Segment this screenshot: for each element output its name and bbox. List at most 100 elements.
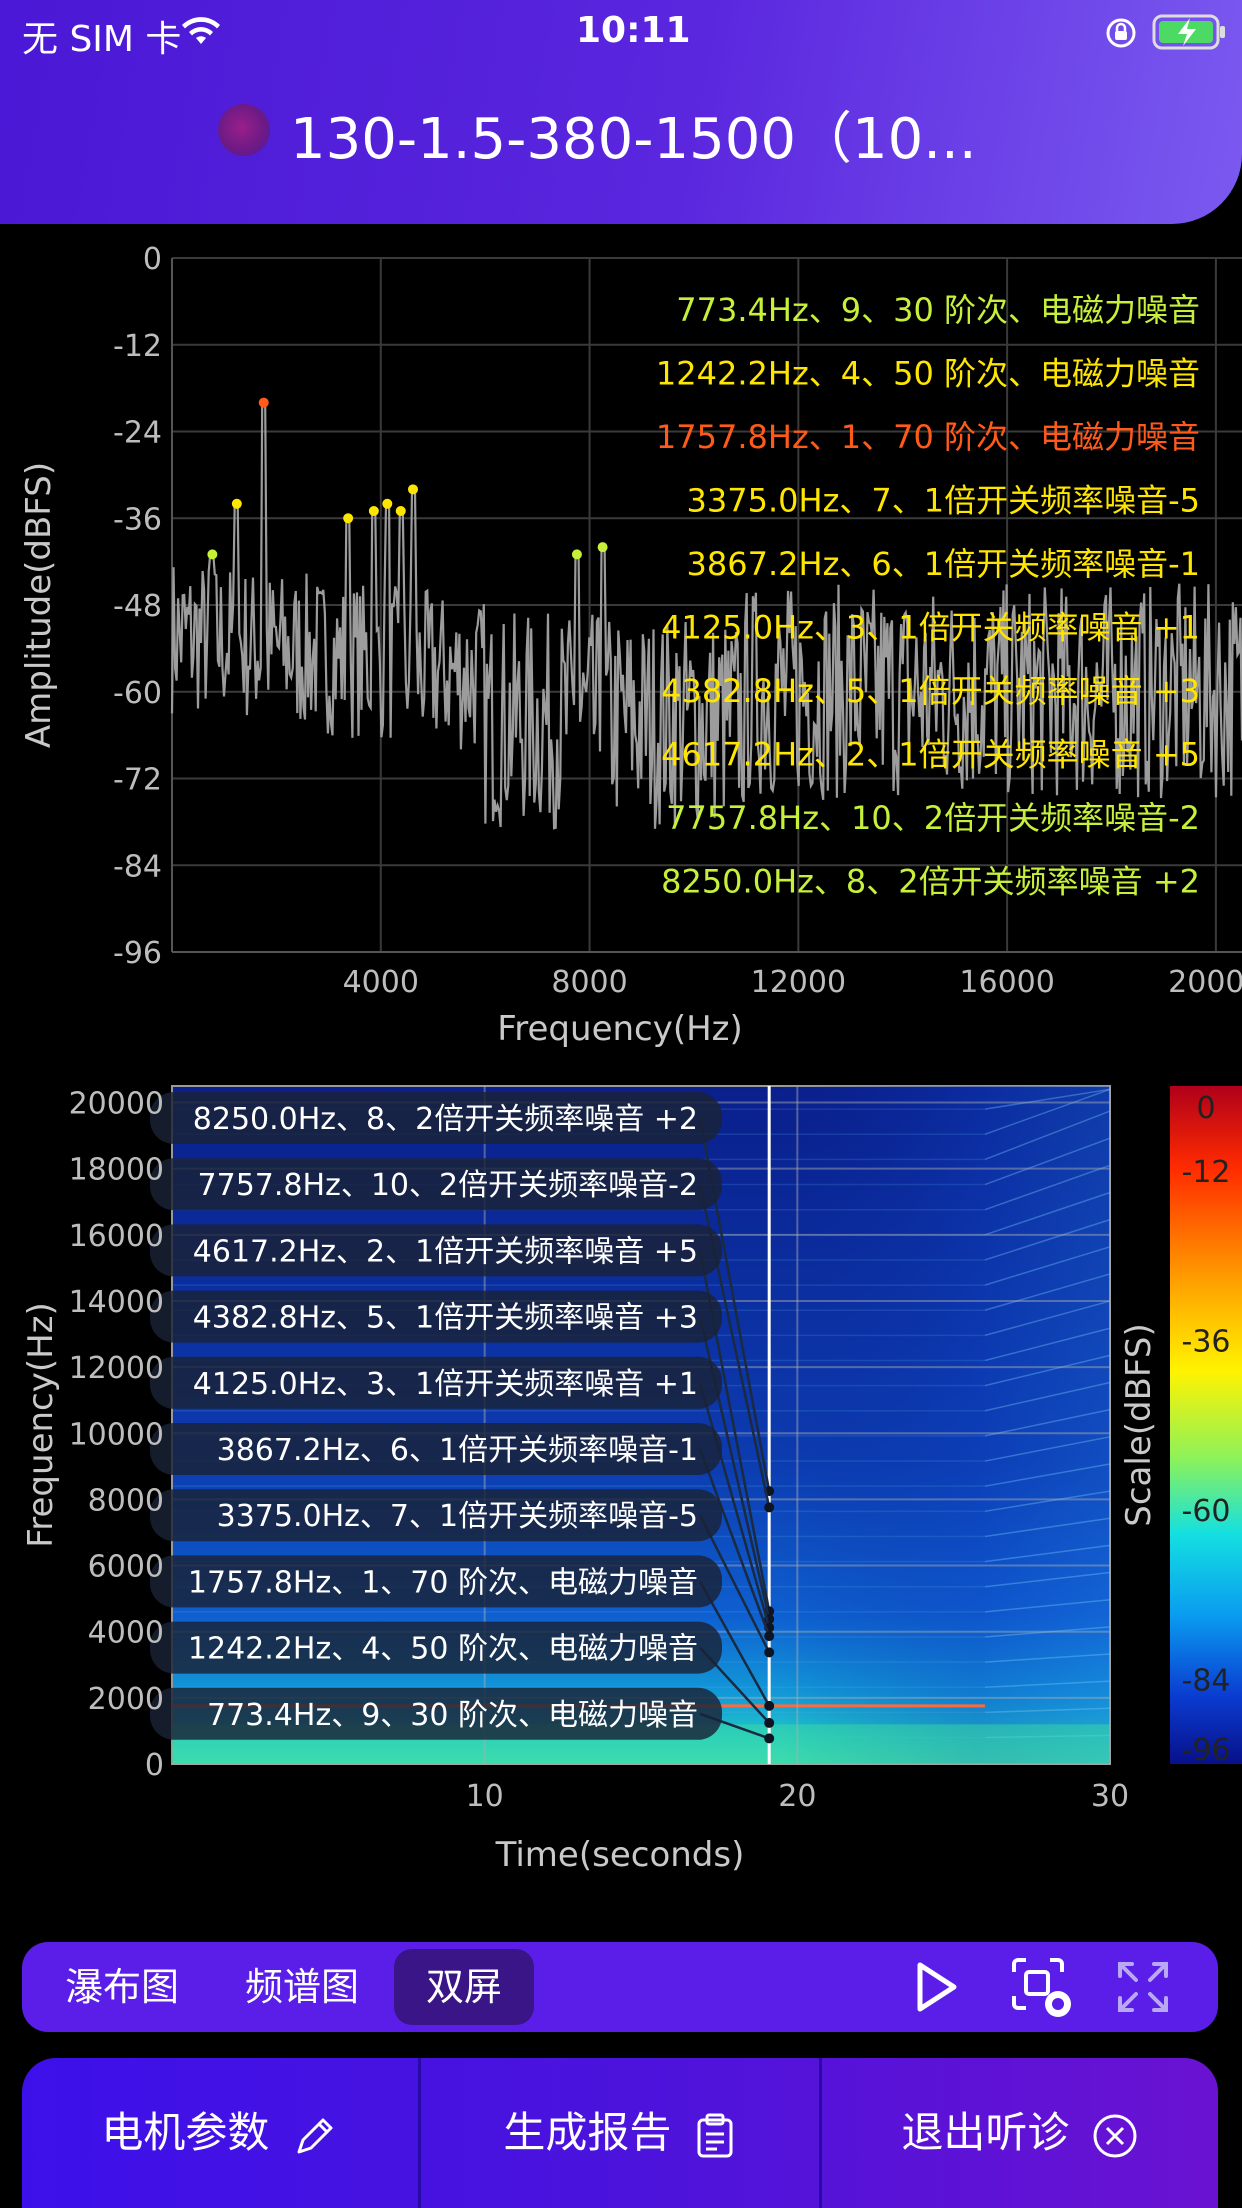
spectrum-x-axis-title: Frequency(Hz) xyxy=(497,1009,743,1049)
spectrogram-label-text: 4125.0Hz、3、1倍开关频率噪音 +1 xyxy=(193,1367,698,1402)
spectrogram-label-text: 1242.2Hz、4、50 阶次、电磁力噪音 xyxy=(188,1632,698,1667)
app-header: 无 SIM 卡 10:11 130-1.5-380-1500（10... xyxy=(0,0,1242,224)
spectrum-peak-label: 3375.0Hz、7、1倍开关频率噪音-5 xyxy=(687,482,1200,520)
spectrum-peak-label: 1757.8Hz、1、70 阶次、电磁力噪音 xyxy=(656,418,1200,456)
play-icon[interactable] xyxy=(904,1957,964,2017)
spectrum-peak-marker xyxy=(207,549,218,560)
rotation-lock-icon xyxy=(1106,18,1136,48)
exit-diagnosis-label: 退出听诊 xyxy=(901,2108,1070,2157)
spectrum-peak-marker xyxy=(258,397,269,408)
battery-charging-icon xyxy=(1152,14,1225,50)
spectrogram-y-tick-label: 18000 xyxy=(69,1153,164,1188)
view-tab-bar: 瀑布图 频谱图 双屏 xyxy=(22,1942,1218,2032)
wifi-icon xyxy=(182,17,220,44)
spectrum-x-tick-label: 12000 xyxy=(751,965,846,1000)
spectrum-y-tick-label: 0 xyxy=(143,242,162,277)
spectrum-peak-marker xyxy=(231,498,242,509)
label-anchor-dot xyxy=(764,1502,775,1513)
page-title: 130-1.5-380-1500（10... xyxy=(290,107,977,172)
spectrum-y-tick-label: -84 xyxy=(113,849,162,884)
spectrum-peak-label: 3867.2Hz、6、1倍开关频率噪音-1 xyxy=(687,545,1200,583)
fullscreen-icon[interactable] xyxy=(1112,1956,1174,2018)
clipboard-icon xyxy=(697,2113,733,2157)
spectrogram-y-tick-label: 4000 xyxy=(88,1616,164,1651)
spectrogram-label-text: 3867.2Hz、6、1倍开关频率噪音-1 xyxy=(217,1433,698,1468)
spectrum-x-tick-label: 20000 xyxy=(1168,965,1242,1000)
spectrum-x-ticks: 4000 8000 12000 16000 20000 xyxy=(343,965,1242,1000)
spectrogram-label-text: 773.4Hz、9、30 阶次、电磁力噪音 xyxy=(207,1698,698,1733)
spectrogram-label-text: 8250.0Hz、8、2倍开关频率噪音 +2 xyxy=(193,1102,698,1137)
spectrogram-y-tick-label: 14000 xyxy=(69,1285,164,1320)
spectrogram-label-text: 4617.2Hz、2、1倍开关频率噪音 +5 xyxy=(193,1234,698,1269)
label-anchor-dot xyxy=(764,1700,775,1711)
spectrum-peak-label: 4125.0Hz、3、1倍开关频率噪音 +1 xyxy=(661,609,1200,647)
spectrum-peak-marker xyxy=(382,498,393,509)
spectrogram-y-tick-label: 16000 xyxy=(69,1219,164,1254)
label-anchor-dot xyxy=(764,1631,775,1642)
spectrogram-label-text: 7757.8Hz、10、2倍开关频率噪音-2 xyxy=(198,1168,698,1203)
spectrogram-x-axis-title: Time(seconds) xyxy=(495,1835,745,1875)
spectrum-peak-label: 4382.8Hz、5、1倍开关频率噪音 +3 xyxy=(661,672,1200,710)
carrier-text: 无 SIM 卡 xyxy=(22,19,182,60)
spectrogram-x-tick-label: 10 xyxy=(466,1779,504,1814)
exit-diagnosis-button[interactable]: 退出听诊 xyxy=(822,2058,1218,2208)
colorbar-tick-label: 0 xyxy=(1196,1091,1215,1126)
spectrum-y-tick-label: -72 xyxy=(113,763,162,798)
spectrum-y-tick-label: -24 xyxy=(113,416,162,451)
spectrogram-label-text: 3375.0Hz、7、1倍开关频率噪音-5 xyxy=(217,1499,698,1534)
spectrum-peak-marker xyxy=(407,484,418,495)
spectrum-y-tick-label: -36 xyxy=(113,502,162,537)
colorbar-tick-label: -84 xyxy=(1182,1663,1231,1698)
spectrum-peak-label: 4617.2Hz、2、1倍开关频率噪音 +5 xyxy=(661,736,1200,774)
spectrum-peak-label: 773.4Hz、9、30 阶次、电磁力噪音 xyxy=(676,291,1200,329)
spectrum-x-tick-label: 4000 xyxy=(343,965,419,1000)
clock-text: 10:11 xyxy=(576,10,691,51)
spectrogram-x-ticks: 10 20 30 xyxy=(466,1779,1130,1814)
spectrogram-y-axis-title: Frequency(Hz) xyxy=(21,1302,61,1548)
edit-pencil-icon xyxy=(297,2118,333,2153)
spectrum-peak-marker xyxy=(395,506,406,517)
spectrogram-y-tick-label: 20000 xyxy=(69,1087,164,1122)
spectrum-y-axis-title: Amplitude(dBFS) xyxy=(19,462,59,748)
spectrogram-y-tick-label: 10000 xyxy=(69,1417,164,1452)
spectrogram-y-tick-label: 0 xyxy=(145,1748,164,1783)
spectrum-peak-marker xyxy=(571,549,582,560)
colorbar-tick-label: -12 xyxy=(1182,1155,1231,1190)
label-anchor-dot xyxy=(764,1733,775,1744)
tab-dual-screen[interactable]: 双屏 xyxy=(394,1942,534,2032)
spectrum-y-ticks: 0 -12 -24 -36 -48 -60 -72 -84 -96 xyxy=(113,242,162,971)
spectrum-x-tick-label: 8000 xyxy=(551,965,627,1000)
label-anchor-dot xyxy=(764,1647,775,1658)
generate-report-label: 生成报告 xyxy=(503,2108,672,2157)
screen-record-icon[interactable] xyxy=(1008,1954,1074,2020)
spectrum-peak-marker xyxy=(368,506,379,517)
spectrogram-x-tick-label: 30 xyxy=(1091,1779,1129,1814)
spectrogram-y-tick-label: 8000 xyxy=(88,1483,164,1518)
close-circle-icon xyxy=(1093,2114,1137,2157)
spectrogram-y-tick-label: 2000 xyxy=(88,1682,164,1717)
spectrum-peak-label: 8250.0Hz、8、2倍开关频率噪音 +2 xyxy=(661,863,1200,901)
spectrum-peak-marker xyxy=(597,542,608,553)
spectrum-x-tick-label: 16000 xyxy=(959,965,1054,1000)
spectrum-y-tick-label: -96 xyxy=(113,936,162,971)
label-anchor-dot xyxy=(764,1717,775,1728)
spectrum-chart: 0 -12 -24 -36 -48 -60 -72 -84 -96 4000 8000 12000 1… xyxy=(19,242,1242,1049)
colorbar-tick-label: -60 xyxy=(1182,1494,1231,1529)
tab-spectrum[interactable]: 频谱图 xyxy=(232,1942,372,2032)
generate-report-button[interactable]: 生成报告 xyxy=(421,2058,819,2208)
connection-status-dot xyxy=(218,104,270,156)
motor-params-button[interactable]: 电机参数 xyxy=(22,2058,418,2208)
spectrum-peak-marker xyxy=(343,513,354,524)
spectrum-y-tick-label: -60 xyxy=(113,676,162,711)
tab-waterfall[interactable]: 瀑布图 xyxy=(52,1942,192,2032)
spectrum-y-tick-label: -12 xyxy=(113,329,162,364)
spectrogram-y-tick-label: 6000 xyxy=(88,1550,164,1585)
spectrum-peak-label: 7757.8Hz、10、2倍开关频率噪音-2 xyxy=(666,799,1200,837)
spectrum-peak-label: 1242.2Hz、4、50 阶次、电磁力噪音 xyxy=(656,355,1200,393)
colorbar-tick-label: -36 xyxy=(1182,1324,1231,1359)
spectrogram-y-ticks: 0 2000 4000 6000 8000 10000 12000 14000 16000 180… xyxy=(69,1087,164,1783)
spectrogram-x-tick-label: 20 xyxy=(778,1779,816,1814)
bottom-action-bar: 电机参数 生成报告 退出听诊 xyxy=(22,2058,1218,2208)
spectrogram-y-tick-label: 12000 xyxy=(69,1351,164,1386)
spectrum-y-tick-label: -48 xyxy=(113,589,162,624)
